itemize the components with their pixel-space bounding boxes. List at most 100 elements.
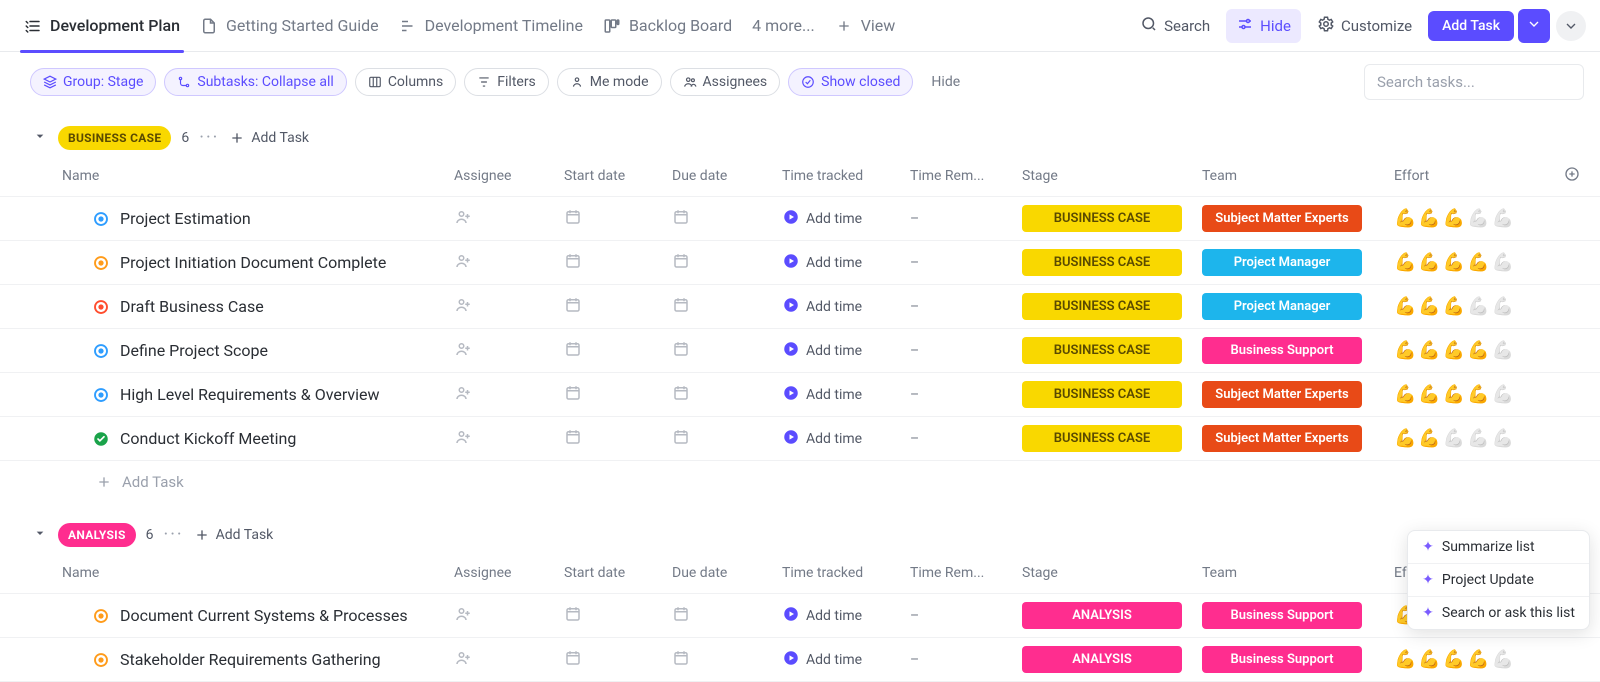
task-name[interactable]: Stakeholder Requirements Gathering (120, 650, 381, 669)
status-icon[interactable] (92, 254, 110, 272)
col-start-date[interactable]: Start date (564, 168, 672, 184)
due-date-cell[interactable] (672, 252, 782, 274)
col-effort[interactable]: Effort (1394, 168, 1560, 184)
col-team[interactable]: Team (1202, 168, 1394, 184)
start-date-cell[interactable] (564, 428, 672, 450)
col-team[interactable]: Team (1202, 565, 1394, 581)
time-remaining-cell[interactable]: – (910, 608, 1022, 624)
time-remaining-cell[interactable]: – (910, 255, 1022, 271)
start-date-cell[interactable] (564, 649, 672, 671)
time-remaining-cell[interactable]: – (910, 343, 1022, 359)
time-tracked-cell[interactable]: Add time (782, 208, 910, 230)
time-tracked-cell[interactable]: Add time (782, 296, 910, 318)
assignee-cell[interactable] (454, 296, 564, 318)
col-assignee[interactable]: Assignee (454, 565, 564, 581)
stage-cell[interactable]: BUSINESS CASE (1022, 381, 1202, 408)
assignee-cell[interactable] (454, 649, 564, 671)
stage-cell[interactable]: BUSINESS CASE (1022, 425, 1202, 452)
task-row[interactable]: Project Estimation Add time – BUSINESS C… (0, 197, 1600, 241)
col-name[interactable]: Name (62, 565, 454, 581)
view-tab-1[interactable]: Getting Started Guide (190, 0, 389, 52)
time-remaining-cell[interactable]: – (910, 387, 1022, 403)
task-row[interactable]: Conduct Kickoff Meeting Add time – BUSIN… (0, 417, 1600, 461)
time-remaining-cell[interactable]: – (910, 299, 1022, 315)
stage-cell[interactable]: BUSINESS CASE (1022, 293, 1202, 320)
start-date-cell[interactable] (564, 252, 672, 274)
add-task-button[interactable]: Add Task (1428, 11, 1514, 41)
group-add-task-button[interactable]: Add Task (194, 527, 274, 543)
assignee-cell[interactable] (454, 605, 564, 627)
effort-cell[interactable]: 💪💪💪💪💪 (1394, 296, 1590, 317)
time-remaining-cell[interactable]: – (910, 211, 1022, 227)
assignee-cell[interactable] (454, 340, 564, 362)
due-date-cell[interactable] (672, 605, 782, 627)
collapse-toggle[interactable] (32, 128, 48, 148)
assignee-cell[interactable] (454, 384, 564, 406)
ask-list-button[interactable]: ✦ Search or ask this list (1408, 597, 1589, 629)
status-icon[interactable] (92, 430, 110, 448)
task-row[interactable]: Stakeholder Requirements Gathering Add t… (0, 638, 1600, 682)
task-name[interactable]: Project Initiation Document Complete (120, 253, 386, 272)
assignee-cell[interactable] (454, 428, 564, 450)
effort-cell[interactable]: 💪💪💪💪💪 (1394, 252, 1590, 273)
task-row[interactable]: Document Current Systems & Processes Add… (0, 594, 1600, 638)
due-date-cell[interactable] (672, 296, 782, 318)
hide-button[interactable]: Hide (1226, 9, 1301, 43)
col-assignee[interactable]: Assignee (454, 168, 564, 184)
add-column-button[interactable] (1560, 166, 1590, 186)
effort-cell[interactable]: 💪💪💪💪💪 (1394, 208, 1590, 229)
start-date-cell[interactable] (564, 340, 672, 362)
group-pill[interactable]: Group: Stage (30, 68, 156, 96)
time-remaining-cell[interactable]: – (910, 652, 1022, 668)
group-tag[interactable]: BUSINESS CASE (58, 126, 171, 150)
view-tab-4[interactable]: 4 more... (742, 0, 825, 52)
due-date-cell[interactable] (672, 340, 782, 362)
add-task-row[interactable]: Add Task (0, 461, 1600, 509)
team-cell[interactable]: Subject Matter Experts (1202, 425, 1394, 452)
col-due-date[interactable]: Due date (672, 565, 782, 581)
filters-pill[interactable]: Filters (464, 68, 549, 96)
team-cell[interactable]: Business Support (1202, 337, 1394, 364)
status-icon[interactable] (92, 298, 110, 316)
status-icon[interactable] (92, 607, 110, 625)
stage-cell[interactable]: ANALYSIS (1022, 646, 1202, 673)
view-tab-0[interactable]: Development Plan (14, 0, 190, 52)
task-name[interactable]: Project Estimation (120, 209, 251, 228)
customize-button[interactable]: Customize (1307, 9, 1422, 43)
time-tracked-cell[interactable]: Add time (782, 428, 910, 450)
start-date-cell[interactable] (564, 384, 672, 406)
col-stage[interactable]: Stage (1022, 565, 1202, 581)
collapse-toggle[interactable] (32, 525, 48, 545)
task-row[interactable]: Project Initiation Document Complete Add… (0, 241, 1600, 285)
group-tag[interactable]: ANALYSIS (58, 523, 136, 547)
subtasks-pill[interactable]: Subtasks: Collapse all (164, 68, 346, 96)
project-update-button[interactable]: ✦ Project Update (1408, 564, 1589, 597)
stage-cell[interactable]: BUSINESS CASE (1022, 205, 1202, 232)
col-start-date[interactable]: Start date (564, 565, 672, 581)
assignees-pill[interactable]: Assignees (670, 68, 781, 96)
team-cell[interactable]: Subject Matter Experts (1202, 381, 1394, 408)
time-tracked-cell[interactable]: Add time (782, 605, 910, 627)
effort-cell[interactable]: 💪💪💪💪💪 (1394, 340, 1590, 361)
effort-cell[interactable]: 💪💪💪💪💪 (1394, 384, 1590, 405)
time-remaining-cell[interactable]: – (910, 431, 1022, 447)
status-icon[interactable] (92, 651, 110, 669)
stage-cell[interactable]: ANALYSIS (1022, 602, 1202, 629)
col-time-remaining[interactable]: Time Rem... (910, 168, 1022, 184)
effort-cell[interactable]: 💪💪💪💪💪 (1394, 649, 1590, 670)
task-name[interactable]: High Level Requirements & Overview (120, 385, 380, 404)
assignee-cell[interactable] (454, 208, 564, 230)
group-more-button[interactable]: ··· (199, 129, 219, 147)
col-due-date[interactable]: Due date (672, 168, 782, 184)
time-tracked-cell[interactable]: Add time (782, 384, 910, 406)
task-row[interactable]: Define Project Scope Add time – BUSINESS… (0, 329, 1600, 373)
more-menu-button[interactable] (1556, 11, 1586, 41)
due-date-cell[interactable] (672, 649, 782, 671)
start-date-cell[interactable] (564, 208, 672, 230)
status-icon[interactable] (92, 210, 110, 228)
status-icon[interactable] (92, 386, 110, 404)
group-add-task-button[interactable]: Add Task (229, 130, 309, 146)
task-name[interactable]: Define Project Scope (120, 341, 268, 360)
team-cell[interactable]: Subject Matter Experts (1202, 205, 1394, 232)
start-date-cell[interactable] (564, 605, 672, 627)
